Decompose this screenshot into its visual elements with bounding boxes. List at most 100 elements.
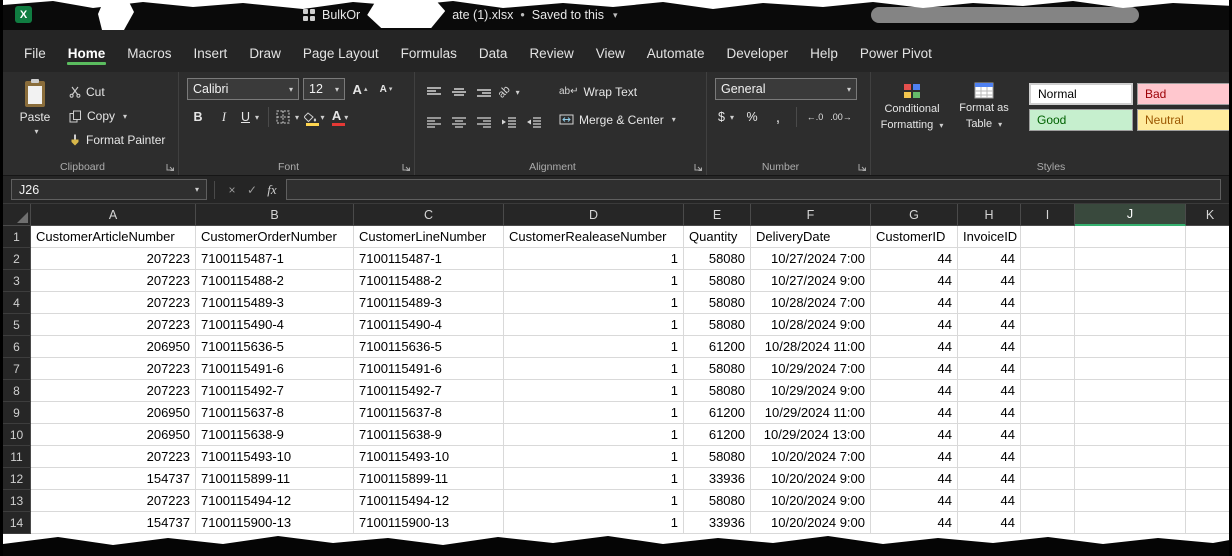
menu-tab-data[interactable]: Data — [468, 39, 519, 72]
format-as-table-button[interactable]: Format as Table ▾ — [951, 78, 1017, 157]
cell-I3[interactable] — [1021, 270, 1075, 292]
cell-E8[interactable]: 58080 — [684, 380, 751, 402]
cell-K13[interactable] — [1186, 490, 1229, 512]
cell-C4[interactable]: 7100115489-3 — [354, 292, 504, 314]
cell-A12[interactable]: 154737 — [31, 468, 196, 490]
cell-I1[interactable] — [1021, 226, 1075, 248]
cell-F10[interactable]: 10/29/2024 13:00 — [751, 424, 871, 446]
row-header-3[interactable]: 3 — [3, 270, 31, 292]
enter-button[interactable]: ✓ — [242, 183, 262, 197]
cell-G13[interactable]: 44 — [871, 490, 958, 512]
cell-F4[interactable]: 10/28/2024 7:00 — [751, 292, 871, 314]
select-all-button[interactable] — [3, 204, 31, 226]
cell-I10[interactable] — [1021, 424, 1075, 446]
cell-C1[interactable]: CustomerLineNumber — [354, 226, 504, 248]
row-header-13[interactable]: 13 — [3, 490, 31, 512]
column-header-I[interactable]: I — [1021, 204, 1075, 226]
column-header-D[interactable]: D — [504, 204, 684, 226]
fill-color-button[interactable]: ▾ — [303, 106, 325, 128]
cell-E2[interactable]: 58080 — [684, 248, 751, 270]
row-header-9[interactable]: 9 — [3, 402, 31, 424]
cell-B13[interactable]: 7100115494-12 — [196, 490, 354, 512]
middle-align-button[interactable] — [448, 81, 470, 103]
cell-D3[interactable]: 1 — [504, 270, 684, 292]
column-header-E[interactable]: E — [684, 204, 751, 226]
cell-F9[interactable]: 10/29/2024 11:00 — [751, 402, 871, 424]
top-align-button[interactable] — [423, 81, 445, 103]
cell-I7[interactable] — [1021, 358, 1075, 380]
cell-K6[interactable] — [1186, 336, 1229, 358]
cell-J2[interactable] — [1075, 248, 1186, 270]
cell-J1[interactable] — [1075, 226, 1186, 248]
cell-E3[interactable]: 58080 — [684, 270, 751, 292]
cancel-button[interactable]: × — [222, 183, 242, 197]
cell-D11[interactable]: 1 — [504, 446, 684, 468]
cell-K12[interactable] — [1186, 468, 1229, 490]
increase-decimal-button[interactable]: ←.0 — [804, 106, 826, 128]
cell-E13[interactable]: 58080 — [684, 490, 751, 512]
row-header-14[interactable]: 14 — [3, 512, 31, 534]
cell-B4[interactable]: 7100115489-3 — [196, 292, 354, 314]
formula-input[interactable] — [286, 179, 1221, 200]
cell-K2[interactable] — [1186, 248, 1229, 270]
cell-A3[interactable]: 207223 — [31, 270, 196, 292]
cell-G14[interactable]: 44 — [871, 512, 958, 534]
menu-tab-insert[interactable]: Insert — [183, 39, 239, 72]
cell-B9[interactable]: 7100115637-8 — [196, 402, 354, 424]
cell-K3[interactable] — [1186, 270, 1229, 292]
menu-tab-automate[interactable]: Automate — [636, 39, 716, 72]
decrease-decimal-button[interactable]: .00→ — [830, 106, 852, 128]
cell-J3[interactable] — [1075, 270, 1186, 292]
cell-H1[interactable]: InvoiceID — [958, 226, 1021, 248]
cell-J13[interactable] — [1075, 490, 1186, 512]
cell-style-neutral[interactable]: Neutral — [1137, 109, 1232, 131]
cell-G12[interactable]: 44 — [871, 468, 958, 490]
cell-G8[interactable]: 44 — [871, 380, 958, 402]
cell-A10[interactable]: 206950 — [31, 424, 196, 446]
font-name-select[interactable]: Calibri▾ — [187, 78, 299, 100]
cell-G10[interactable]: 44 — [871, 424, 958, 446]
cell-I12[interactable] — [1021, 468, 1075, 490]
insert-function-button[interactable]: fx — [262, 182, 282, 198]
cell-E1[interactable]: Quantity — [684, 226, 751, 248]
font-size-select[interactable]: 12▾ — [303, 78, 345, 100]
cell-B2[interactable]: 7100115487-1 — [196, 248, 354, 270]
cell-K1[interactable] — [1186, 226, 1229, 248]
cell-I8[interactable] — [1021, 380, 1075, 402]
row-header-5[interactable]: 5 — [3, 314, 31, 336]
increase-indent-button[interactable] — [523, 111, 545, 133]
cell-E10[interactable]: 61200 — [684, 424, 751, 446]
cell-E4[interactable]: 58080 — [684, 292, 751, 314]
cell-C11[interactable]: 7100115493-10 — [354, 446, 504, 468]
cell-D4[interactable]: 1 — [504, 292, 684, 314]
cell-K10[interactable] — [1186, 424, 1229, 446]
column-header-G[interactable]: G — [871, 204, 958, 226]
cell-K9[interactable] — [1186, 402, 1229, 424]
cell-D8[interactable]: 1 — [504, 380, 684, 402]
copy-button[interactable]: Copy ▾ — [69, 106, 165, 126]
cell-A14[interactable]: 154737 — [31, 512, 196, 534]
alignment-dialog-launcher[interactable] — [693, 162, 703, 172]
cell-E11[interactable]: 58080 — [684, 446, 751, 468]
orientation-button[interactable]: ab▾ — [498, 81, 520, 103]
cell-B5[interactable]: 7100115490-4 — [196, 314, 354, 336]
cell-style-good[interactable]: Good — [1029, 109, 1133, 131]
cell-C5[interactable]: 7100115490-4 — [354, 314, 504, 336]
row-header-8[interactable]: 8 — [3, 380, 31, 402]
menu-tab-macros[interactable]: Macros — [116, 39, 182, 72]
cell-D1[interactable]: CustomerRealeaseNumber — [504, 226, 684, 248]
name-box[interactable]: J26 ▾ — [11, 179, 207, 200]
column-header-C[interactable]: C — [354, 204, 504, 226]
cell-G2[interactable]: 44 — [871, 248, 958, 270]
cell-H2[interactable]: 44 — [958, 248, 1021, 270]
cell-style-normal[interactable]: Normal — [1029, 83, 1133, 105]
column-header-F[interactable]: F — [751, 204, 871, 226]
cell-B12[interactable]: 7100115899-11 — [196, 468, 354, 490]
column-header-K[interactable]: K — [1186, 204, 1229, 226]
cell-G3[interactable]: 44 — [871, 270, 958, 292]
cell-B1[interactable]: CustomerOrderNumber — [196, 226, 354, 248]
cell-G11[interactable]: 44 — [871, 446, 958, 468]
row-header-11[interactable]: 11 — [3, 446, 31, 468]
cell-G9[interactable]: 44 — [871, 402, 958, 424]
cell-I9[interactable] — [1021, 402, 1075, 424]
